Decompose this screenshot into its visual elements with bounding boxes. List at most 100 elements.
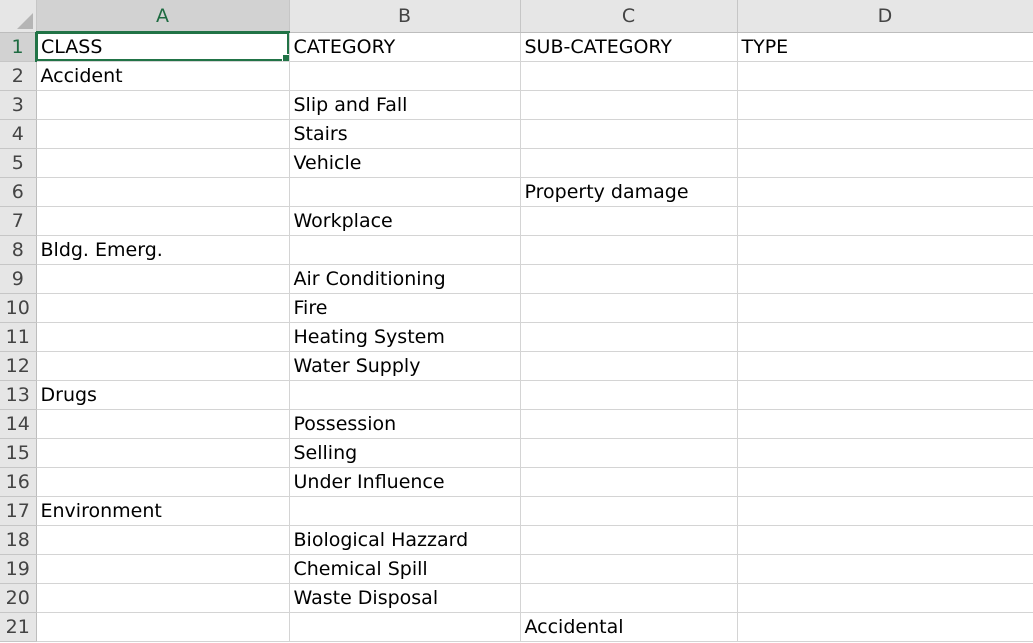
cell-a9[interactable] (36, 264, 290, 294)
cell-a21[interactable] (36, 612, 290, 642)
cell-c18[interactable] (520, 525, 738, 555)
cell-b18[interactable]: Biological Hazzard (289, 525, 521, 555)
cell-d3[interactable] (737, 90, 1033, 120)
cell-c2[interactable] (520, 61, 738, 91)
cell-a19[interactable] (36, 554, 290, 584)
cell-c6[interactable]: Property damage (520, 177, 738, 207)
cell-b5[interactable]: Vehicle (289, 148, 521, 178)
cell-a5[interactable] (36, 148, 290, 178)
cell-d16[interactable] (737, 467, 1033, 497)
cell-a10[interactable] (36, 293, 290, 323)
cell-d4[interactable] (737, 119, 1033, 149)
cell-b8[interactable] (289, 235, 521, 265)
row-header[interactable]: 16 (0, 467, 37, 497)
cell-d17[interactable] (737, 496, 1033, 526)
row-header[interactable]: 20 (0, 583, 37, 613)
row-header[interactable]: 13 (0, 380, 37, 410)
cell-a13[interactable]: Drugs (36, 380, 290, 410)
cell-d19[interactable] (737, 554, 1033, 584)
cell-b12[interactable]: Water Supply (289, 351, 521, 381)
row-header[interactable]: 5 (0, 148, 37, 178)
cell-d18[interactable] (737, 525, 1033, 555)
cell-d20[interactable] (737, 583, 1033, 613)
cell-b9[interactable]: Air Conditioning (289, 264, 521, 294)
row-header[interactable]: 17 (0, 496, 37, 526)
row-header[interactable]: 10 (0, 293, 37, 323)
cell-d10[interactable] (737, 293, 1033, 323)
cell-b2[interactable] (289, 61, 521, 91)
cell-a8[interactable]: Bldg. Emerg. (36, 235, 290, 265)
cell-c19[interactable] (520, 554, 738, 584)
cell-b3[interactable]: Slip and Fall (289, 90, 521, 120)
cell-a4[interactable] (36, 119, 290, 149)
cell-b1[interactable]: CATEGORY (289, 32, 521, 62)
row-header[interactable]: 7 (0, 206, 37, 236)
cell-d9[interactable] (737, 264, 1033, 294)
cell-b7[interactable]: Workplace (289, 206, 521, 236)
cell-c16[interactable] (520, 467, 738, 497)
cell-c4[interactable] (520, 119, 738, 149)
cell-d21[interactable] (737, 612, 1033, 642)
cell-b10[interactable]: Fire (289, 293, 521, 323)
row-header[interactable]: 15 (0, 438, 37, 468)
cell-b6[interactable] (289, 177, 521, 207)
cell-c17[interactable] (520, 496, 738, 526)
cell-b20[interactable]: Waste Disposal (289, 583, 521, 613)
select-all-button[interactable] (0, 0, 37, 33)
cell-c7[interactable] (520, 206, 738, 236)
cell-c11[interactable] (520, 322, 738, 352)
cell-a1[interactable]: CLASS (36, 32, 290, 62)
cell-c12[interactable] (520, 351, 738, 381)
cell-c10[interactable] (520, 293, 738, 323)
cell-d5[interactable] (737, 148, 1033, 178)
column-header-a[interactable]: A (36, 0, 290, 33)
cell-d7[interactable] (737, 206, 1033, 236)
cell-c9[interactable] (520, 264, 738, 294)
fill-handle[interactable] (281, 53, 288, 60)
cell-d13[interactable] (737, 380, 1033, 410)
cell-a2[interactable]: Accident (36, 61, 290, 91)
cell-a18[interactable] (36, 525, 290, 555)
cell-b21[interactable] (289, 612, 521, 642)
cell-b13[interactable] (289, 380, 521, 410)
cell-b14[interactable]: Possession (289, 409, 521, 439)
row-header[interactable]: 9 (0, 264, 37, 294)
cell-a17[interactable]: Environment (36, 496, 290, 526)
row-header[interactable]: 1 (0, 32, 37, 62)
row-header[interactable]: 19 (0, 554, 37, 584)
cell-b19[interactable]: Chemical Spill (289, 554, 521, 584)
cell-c8[interactable] (520, 235, 738, 265)
cell-a7[interactable] (36, 206, 290, 236)
cell-d8[interactable] (737, 235, 1033, 265)
cell-a11[interactable] (36, 322, 290, 352)
cell-b4[interactable]: Stairs (289, 119, 521, 149)
cell-c14[interactable] (520, 409, 738, 439)
cell-c20[interactable] (520, 583, 738, 613)
cell-d1[interactable]: TYPE (737, 32, 1033, 62)
column-header-b[interactable]: B (289, 0, 521, 33)
row-header[interactable]: 2 (0, 61, 37, 91)
cell-c15[interactable] (520, 438, 738, 468)
row-header[interactable]: 18 (0, 525, 37, 555)
row-header[interactable]: 12 (0, 351, 37, 381)
cell-a6[interactable] (36, 177, 290, 207)
cell-b16[interactable]: Under Influence (289, 467, 521, 497)
row-header[interactable]: 14 (0, 409, 37, 439)
cell-d12[interactable] (737, 351, 1033, 381)
row-header[interactable]: 3 (0, 90, 37, 120)
cell-c21[interactable]: Accidental (520, 612, 738, 642)
cell-c1[interactable]: SUB-CATEGORY (520, 32, 738, 62)
cell-a14[interactable] (36, 409, 290, 439)
row-header[interactable]: 8 (0, 235, 37, 265)
cell-d14[interactable] (737, 409, 1033, 439)
cell-d11[interactable] (737, 322, 1033, 352)
cell-c13[interactable] (520, 380, 738, 410)
cell-a3[interactable] (36, 90, 290, 120)
column-header-d[interactable]: D (737, 0, 1033, 33)
cell-b17[interactable] (289, 496, 521, 526)
cell-c5[interactable] (520, 148, 738, 178)
cell-d2[interactable] (737, 61, 1033, 91)
cell-b15[interactable]: Selling (289, 438, 521, 468)
row-header[interactable]: 6 (0, 177, 37, 207)
row-header[interactable]: 4 (0, 119, 37, 149)
